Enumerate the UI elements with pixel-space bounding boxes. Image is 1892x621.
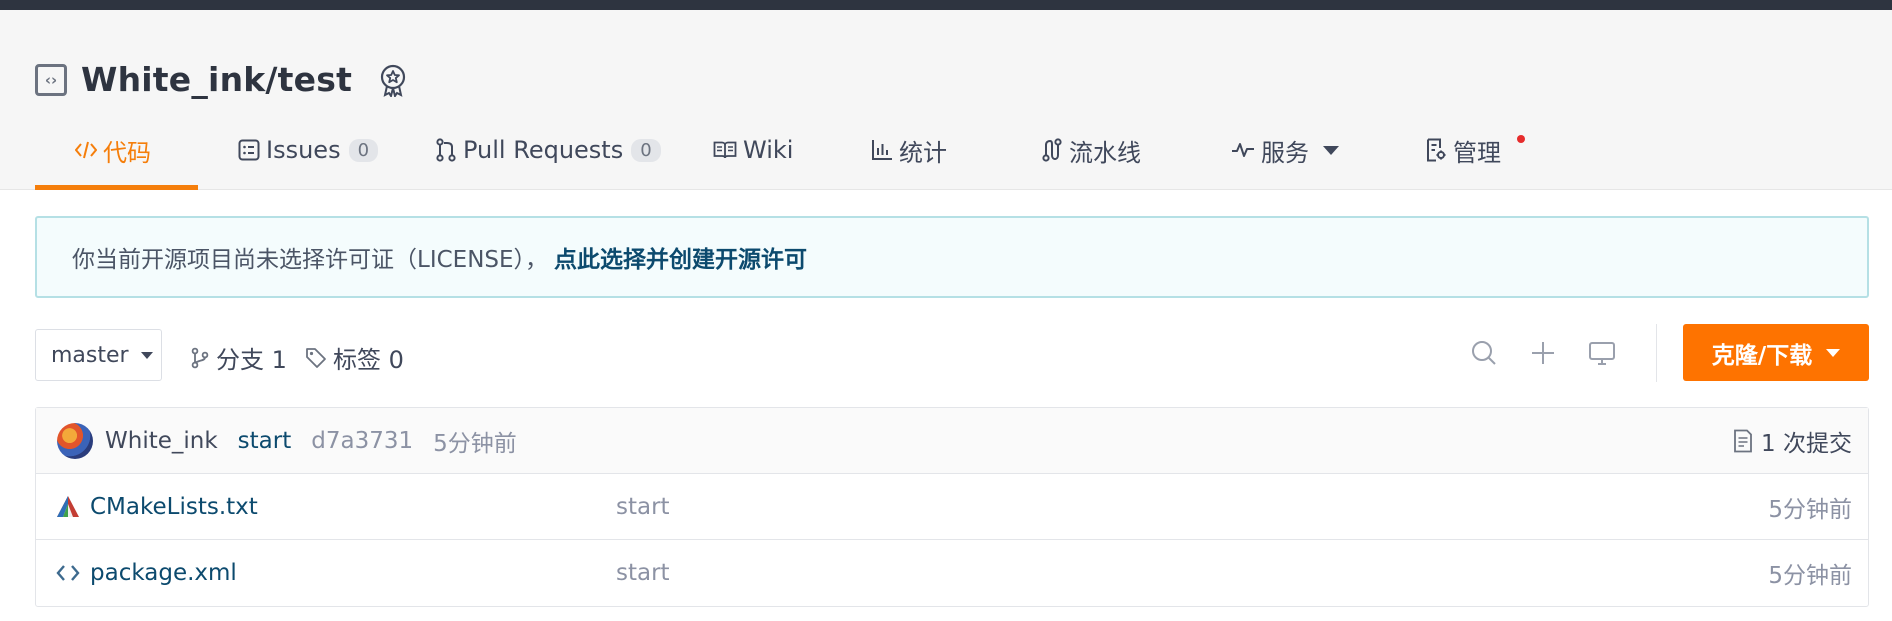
repo-header: ‹› White_ink/test 代码 Issues 0 Pull Reque…: [0, 10, 1892, 190]
commit-message-link[interactable]: start: [238, 428, 292, 454]
tab-issues[interactable]: Issues 0: [238, 110, 379, 190]
branch-icon: [190, 347, 210, 369]
code-icon: [75, 140, 97, 160]
branch-select[interactable]: master: [35, 329, 162, 381]
services-pulse-icon: [1231, 141, 1255, 159]
add-file-icon[interactable]: [1526, 336, 1560, 370]
repo-code-icon: ‹›: [35, 63, 67, 96]
top-bar: [0, 0, 1892, 10]
file-commit-time: 5分钟前: [1768, 496, 1852, 523]
file-list: White_ink start d7a3731 5分钟前 1 次提交 CMake…: [35, 407, 1869, 607]
repo-toolbar: master 分支 1 标签 0 克隆/下载: [35, 324, 1869, 382]
tab-code[interactable]: 代码: [35, 110, 198, 190]
commit-count-label: 1 次提交: [1761, 430, 1852, 457]
tab-manage[interactable]: 管理: [1425, 110, 1525, 190]
stats-chart-icon: [871, 139, 893, 161]
commit-time: 5分钟前: [433, 430, 517, 457]
tag-icon: [305, 347, 327, 369]
avatar[interactable]: [57, 422, 93, 459]
file-row[interactable]: package.xml start 5分钟前: [36, 540, 1868, 606]
latest-commit-row: White_ink start d7a3731 5分钟前 1 次提交: [36, 408, 1868, 474]
license-notice-message: 你当前开源项目尚未选择许可证（LICENSE），: [72, 247, 549, 273]
tab-wiki-label: Wiki: [743, 136, 794, 164]
branches-link[interactable]: 分支 1: [190, 340, 287, 375]
create-license-link[interactable]: 点此选择并创建开源许可: [554, 240, 807, 274]
manage-doc-icon: [1425, 138, 1447, 162]
tab-pipeline[interactable]: 流水线: [1041, 110, 1151, 190]
wiki-book-icon: [713, 140, 737, 160]
commit-count-link[interactable]: 1 次提交: [1733, 424, 1852, 458]
commit-history-icon: [1733, 429, 1753, 453]
tab-services-label: 服务: [1261, 138, 1309, 167]
tab-stats[interactable]: 统计: [871, 110, 951, 190]
tab-manage-label: 管理: [1453, 138, 1501, 167]
chevron-down-icon: [1323, 145, 1339, 155]
tab-services-dropdown[interactable]: 服务: [1231, 110, 1341, 190]
tags-label: 标签 0: [333, 346, 404, 374]
issues-count-badge: 0: [348, 138, 379, 162]
tab-issues-label: Issues: [266, 136, 341, 164]
code-file-icon: [54, 563, 82, 583]
file-row[interactable]: CMakeLists.txt start 5分钟前: [36, 474, 1868, 540]
file-name-link[interactable]: package.xml: [90, 560, 237, 586]
toolbar-separator: [1656, 324, 1657, 382]
issues-icon: [238, 139, 260, 161]
web-ide-monitor-icon[interactable]: [1585, 336, 1619, 370]
notification-dot: [1517, 135, 1525, 143]
tab-pull-requests-label: Pull Requests: [463, 136, 624, 164]
cmake-file-icon: [54, 495, 82, 519]
license-notice: 你当前开源项目尚未选择许可证（LICENSE）， 点此选择并创建开源许可: [35, 216, 1869, 298]
tab-pull-requests[interactable]: Pull Requests 0: [435, 110, 661, 190]
repo-name-link[interactable]: White_ink/test: [81, 60, 352, 99]
chevron-down-icon: [1826, 348, 1841, 357]
chevron-down-icon: [140, 351, 153, 359]
repo-tabs: 代码 Issues 0 Pull Requests 0 Wiki 统计 流水线 …: [35, 110, 1892, 190]
clone-download-button[interactable]: 克隆/下载: [1683, 324, 1869, 381]
search-icon[interactable]: [1467, 336, 1501, 370]
tab-wiki[interactable]: Wiki: [713, 110, 793, 190]
pipeline-icon: [1041, 138, 1063, 162]
commit-author-link[interactable]: White_ink: [105, 428, 218, 454]
recommend-badge-icon[interactable]: [376, 63, 410, 97]
branches-label: 分支 1: [216, 346, 287, 374]
clone-download-label: 克隆/下载: [1711, 342, 1813, 369]
tab-stats-label: 统计: [899, 138, 947, 167]
repo-title: ‹› White_ink/test: [35, 60, 410, 99]
pull-requests-count-badge: 0: [631, 138, 661, 162]
branch-select-value: master: [51, 342, 129, 368]
tags-link[interactable]: 标签 0: [305, 340, 404, 375]
file-name-link[interactable]: CMakeLists.txt: [90, 494, 258, 520]
file-commit-time: 5分钟前: [1768, 563, 1852, 589]
commit-sha-link[interactable]: d7a3731: [311, 428, 413, 454]
pull-request-icon: [435, 138, 457, 162]
tab-pipeline-label: 流水线: [1069, 138, 1141, 167]
tab-code-label: 代码: [103, 138, 151, 167]
file-commit-message-link[interactable]: start: [616, 560, 670, 586]
file-commit-message-link[interactable]: start: [616, 494, 670, 520]
